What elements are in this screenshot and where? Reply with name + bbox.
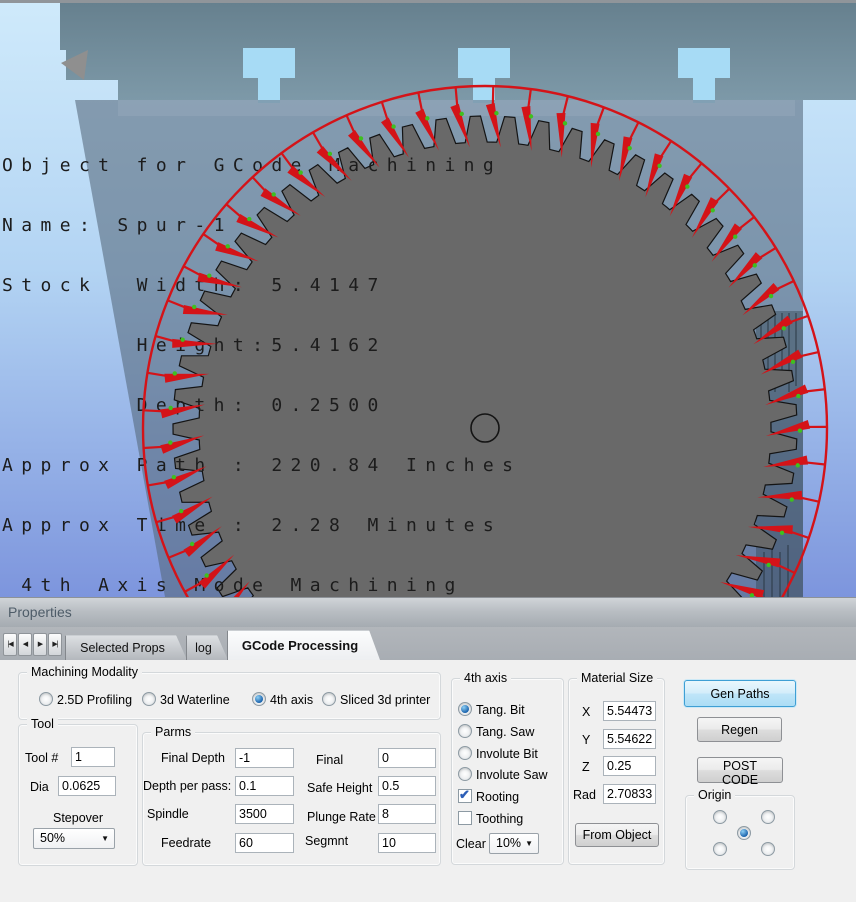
from-object-button[interactable]: From Object bbox=[575, 823, 659, 847]
material-size-group: Material Size X Y Z Rad From Object bbox=[568, 678, 665, 865]
prev-tab-button[interactable]: ◀ bbox=[18, 633, 32, 656]
dia-field[interactable] bbox=[58, 776, 116, 796]
radio-sliced-3d-printer[interactable] bbox=[322, 692, 336, 706]
group-legend: Machining Modality bbox=[27, 665, 142, 679]
rad-field[interactable] bbox=[603, 784, 656, 804]
x-field[interactable] bbox=[603, 701, 656, 721]
stepover-value: 50% bbox=[40, 831, 65, 845]
chevron-down-icon: ▼ bbox=[525, 834, 533, 853]
tab-bar: |◀ ◀ ▶ ▶| Selected Props log GCode Proce… bbox=[0, 627, 856, 660]
x-label: X bbox=[582, 705, 590, 719]
post-code-button[interactable]: POST CODE bbox=[697, 757, 783, 783]
machining-modality-group: Machining Modality 2.5D Profiling 3d Wat… bbox=[18, 672, 441, 720]
origin-bottom-right-radio[interactable] bbox=[761, 842, 775, 856]
origin-group: Origin bbox=[685, 795, 795, 870]
field-label: Safe Height bbox=[307, 781, 372, 795]
radio-25d-profiling[interactable] bbox=[39, 692, 53, 706]
group-legend: Material Size bbox=[577, 671, 657, 685]
gcode-processing-panel: Machining Modality 2.5D Profiling 3d Wat… bbox=[0, 660, 856, 902]
final-field[interactable] bbox=[378, 748, 436, 768]
fourth-axis-group: 4th axis Tang. Bit Tang. Saw Involute Bi… bbox=[451, 678, 564, 865]
radio-label: Tang. Saw bbox=[476, 725, 534, 739]
field-label: Spindle bbox=[147, 807, 189, 821]
tab-log[interactable]: log bbox=[186, 635, 228, 660]
regen-button[interactable]: Regen bbox=[697, 717, 782, 742]
tool-group: Tool Tool # Dia Stepover 50% ▼ bbox=[18, 724, 138, 866]
field-label: Feedrate bbox=[161, 836, 211, 850]
tab-gcode-processing[interactable]: GCode Processing bbox=[227, 630, 380, 660]
radio-label: Tang. Bit bbox=[476, 703, 525, 717]
field-label: Depth per pass: bbox=[143, 779, 231, 793]
safe-height-field[interactable] bbox=[378, 776, 436, 796]
origin-bottom-left-radio[interactable] bbox=[713, 842, 727, 856]
tab-selected-props[interactable]: Selected Props bbox=[65, 635, 187, 660]
origin-top-left-radio[interactable] bbox=[713, 810, 727, 824]
tool-number-label: Tool # bbox=[25, 751, 58, 765]
clear-dropdown[interactable]: 10% ▼ bbox=[489, 833, 539, 854]
radio-label: Involute Saw bbox=[476, 768, 548, 782]
group-legend: Parms bbox=[151, 725, 195, 739]
origin-top-right-radio[interactable] bbox=[761, 810, 775, 824]
feedrate-field[interactable] bbox=[235, 833, 294, 853]
radio-label: 2.5D Profiling bbox=[57, 693, 132, 707]
segmnt-field[interactable] bbox=[378, 833, 436, 853]
field-label: Final bbox=[316, 753, 343, 767]
radio-3d-waterline[interactable] bbox=[142, 692, 156, 706]
origin-center-radio[interactable] bbox=[737, 826, 751, 840]
clear-label: Clear bbox=[456, 837, 486, 851]
bed-edge-highlight bbox=[118, 100, 795, 116]
field-label: Final Depth bbox=[161, 751, 225, 765]
group-legend: Tool bbox=[27, 717, 58, 731]
group-legend: 4th axis bbox=[460, 671, 511, 685]
radio-tang-saw[interactable] bbox=[458, 724, 472, 738]
gear-center-hole bbox=[471, 414, 499, 442]
machine-scene bbox=[0, 0, 856, 597]
radio-4th-axis[interactable] bbox=[252, 692, 266, 706]
last-tab-button[interactable]: ▶| bbox=[48, 633, 62, 656]
z-field[interactable] bbox=[603, 756, 656, 776]
radio-tang-bit[interactable] bbox=[458, 702, 472, 716]
next-tab-button[interactable]: ▶ bbox=[33, 633, 47, 656]
parms-group: Parms Final Depth Depth per pass: Spindl… bbox=[142, 732, 441, 866]
dia-label: Dia bbox=[30, 780, 49, 794]
stepover-dropdown[interactable]: 50% ▼ bbox=[33, 828, 115, 849]
final-depth-field[interactable] bbox=[235, 748, 294, 768]
tool-number-field[interactable] bbox=[71, 747, 115, 767]
gen-paths-button[interactable]: Gen Paths bbox=[684, 680, 796, 707]
checkbox-label: Rooting bbox=[476, 790, 519, 804]
first-tab-button[interactable]: |◀ bbox=[3, 633, 17, 656]
radio-involute-bit[interactable] bbox=[458, 746, 472, 760]
checkbox-label: Toothing bbox=[476, 812, 523, 826]
depth-per-pass-field[interactable] bbox=[235, 776, 294, 796]
properties-titlebar: Properties bbox=[0, 597, 856, 627]
field-label: Segmnt bbox=[305, 834, 348, 848]
radio-involute-saw[interactable] bbox=[458, 767, 472, 781]
z-label: Z bbox=[582, 760, 590, 774]
radio-label: Sliced 3d printer bbox=[340, 693, 430, 707]
field-label: Plunge Rate bbox=[307, 810, 376, 824]
plunge-rate-field[interactable] bbox=[378, 804, 436, 824]
rooting-checkbox[interactable] bbox=[458, 789, 472, 803]
stepover-label: Stepover bbox=[53, 811, 103, 825]
toothing-checkbox[interactable] bbox=[458, 811, 472, 825]
radio-label: 4th axis bbox=[270, 693, 313, 707]
spindle-field[interactable] bbox=[235, 804, 294, 824]
rad-label: Rad bbox=[573, 788, 596, 802]
y-field[interactable] bbox=[603, 729, 656, 749]
chevron-down-icon: ▼ bbox=[101, 829, 109, 848]
radio-label: 3d Waterline bbox=[160, 693, 230, 707]
clear-value: 10% bbox=[496, 836, 521, 850]
panel-title: Properties bbox=[8, 604, 72, 620]
y-label: Y bbox=[582, 733, 590, 747]
window-top-edge bbox=[0, 0, 856, 3]
viewport-3d[interactable]: Object for GCode Machining Name: Spur-1 … bbox=[0, 0, 856, 597]
radio-label: Involute Bit bbox=[476, 747, 538, 761]
group-legend: Origin bbox=[694, 788, 735, 802]
